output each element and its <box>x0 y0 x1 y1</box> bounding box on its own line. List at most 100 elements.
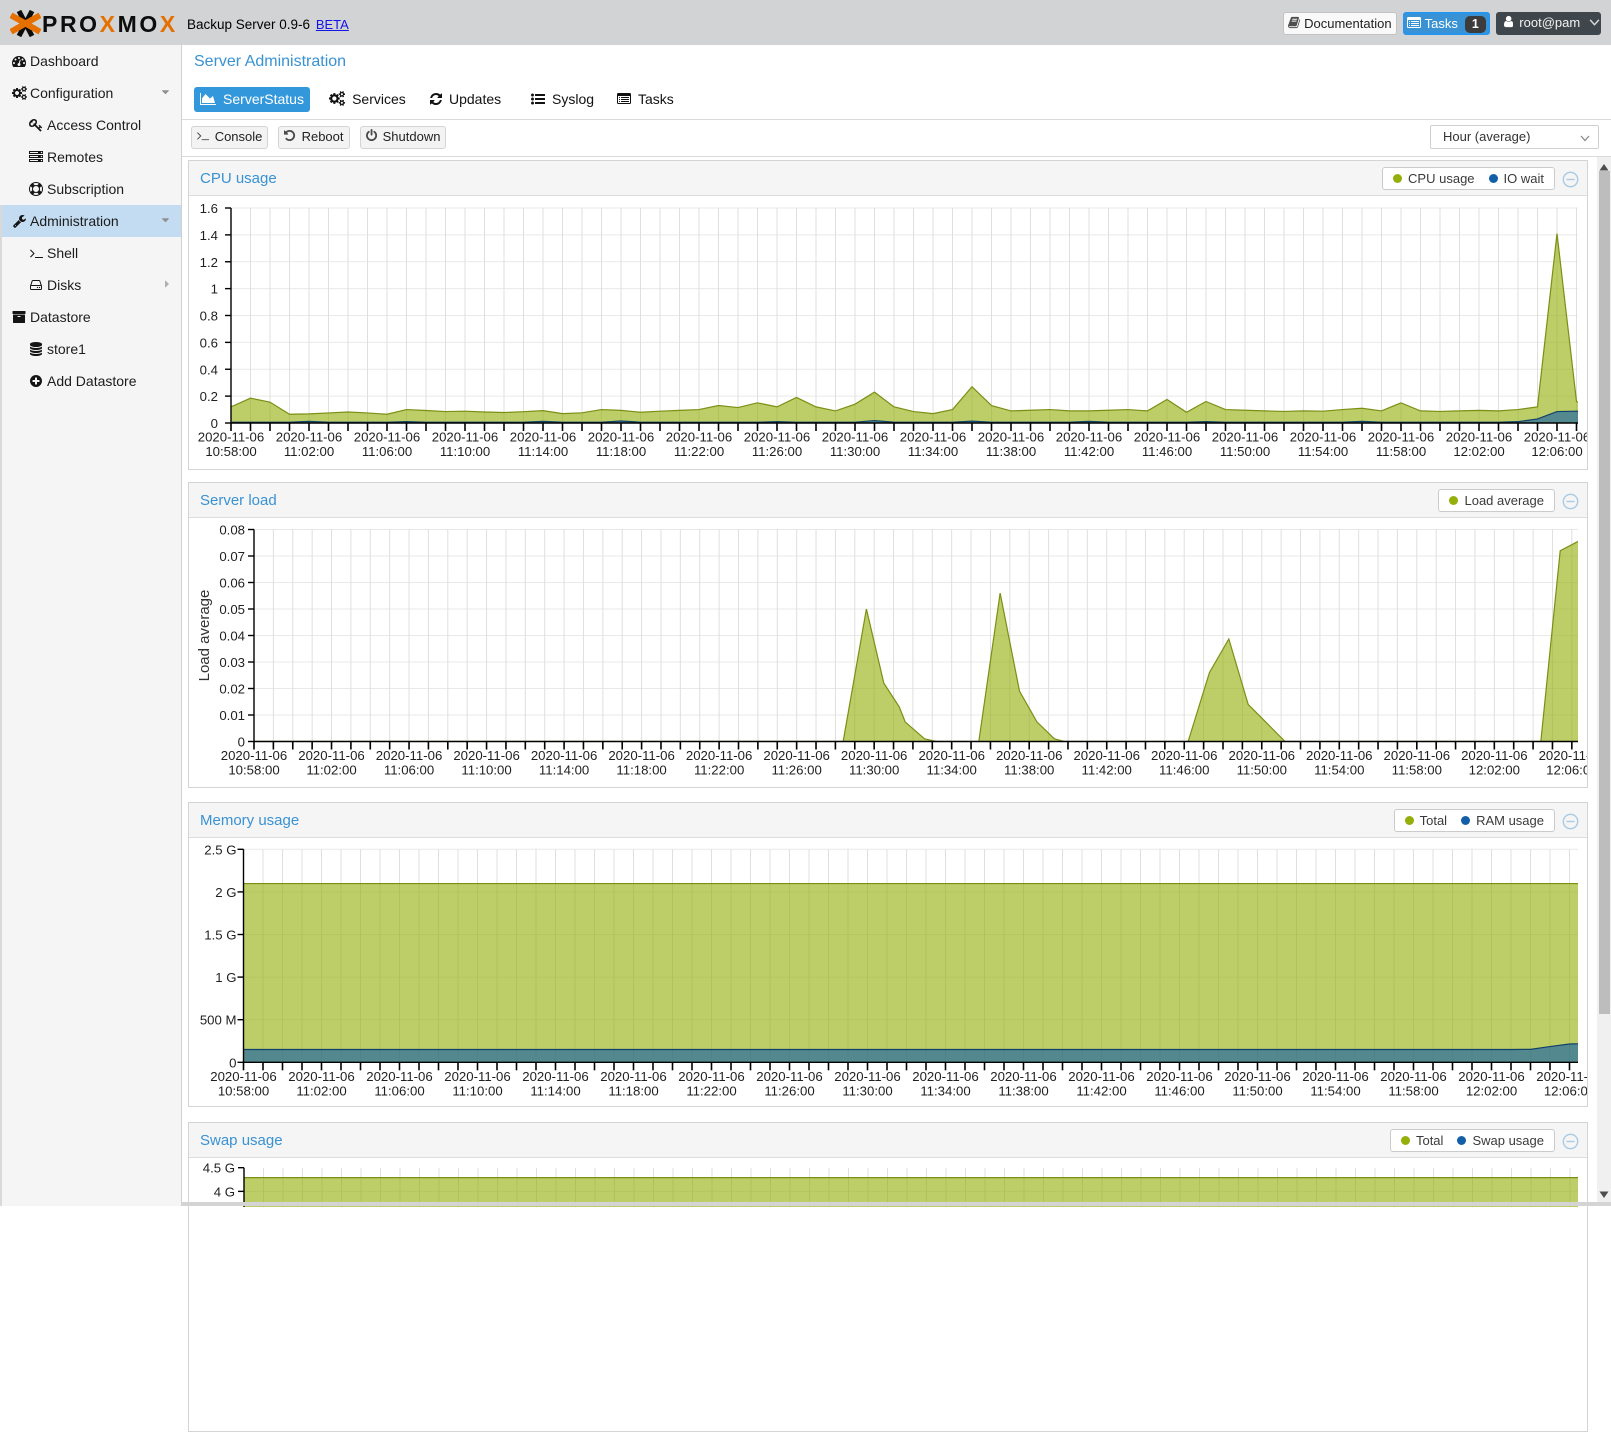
svg-text:2020-11-06: 2020-11-06 <box>1380 1069 1446 1084</box>
svg-text:2020-11-06: 2020-11-06 <box>288 1069 354 1084</box>
svg-text:11:38:00: 11:38:00 <box>986 444 1036 459</box>
svg-text:11:30:00: 11:30:00 <box>830 444 880 459</box>
svg-text:1.4: 1.4 <box>200 228 218 243</box>
svg-text:11:34:00: 11:34:00 <box>908 444 958 459</box>
svg-text:2.5 G: 2.5 G <box>204 842 236 857</box>
svg-text:2020-11-06: 2020-11-06 <box>1151 748 1217 763</box>
svg-text:11:10:00: 11:10:00 <box>461 763 511 778</box>
svg-text:0.4: 0.4 <box>200 362 218 377</box>
svg-text:2020-11-06: 2020-11-06 <box>1461 748 1527 763</box>
svg-text:2020-11-06: 2020-11-06 <box>996 748 1062 763</box>
svg-text:2020-11-06: 2020-11-06 <box>453 748 519 763</box>
svg-text:2020-11-06: 2020-11-06 <box>298 748 364 763</box>
svg-text:11:30:00: 11:30:00 <box>849 763 899 778</box>
svg-text:2020-11-06: 2020-11-06 <box>918 748 984 763</box>
svg-text:11:18:00: 11:18:00 <box>596 444 646 459</box>
svg-text:2020-11-06: 2020-11-06 <box>1068 1069 1134 1084</box>
svg-text:2020-11-06: 2020-11-06 <box>841 748 907 763</box>
svg-text:11:50:00: 11:50:00 <box>1232 1083 1282 1098</box>
svg-text:11:30:00: 11:30:00 <box>842 1083 892 1098</box>
svg-text:2020-11-06: 2020-11-06 <box>376 748 442 763</box>
svg-text:11:10:00: 11:10:00 <box>440 444 490 459</box>
svg-text:1.5 G: 1.5 G <box>204 928 236 943</box>
svg-text:11:18:00: 11:18:00 <box>608 1083 658 1098</box>
svg-text:11:14:00: 11:14:00 <box>539 763 589 778</box>
svg-text:2020-11-06: 2020-11-06 <box>588 430 654 445</box>
svg-text:12:02:00: 12:02:00 <box>1466 1083 1517 1098</box>
svg-text:11:14:00: 11:14:00 <box>518 444 568 459</box>
svg-text:11:46:00: 11:46:00 <box>1142 444 1192 459</box>
svg-text:0.03: 0.03 <box>219 655 245 670</box>
svg-text:12:06:00: 12:06:00 <box>1531 444 1582 459</box>
svg-text:2020-11-06: 2020-11-06 <box>276 430 342 445</box>
svg-text:2020-11-06: 2020-11-06 <box>1146 1069 1212 1084</box>
svg-text:11:34:00: 11:34:00 <box>927 763 977 778</box>
svg-text:2 G: 2 G <box>215 885 236 900</box>
svg-text:2020-11-06: 2020-11-06 <box>354 430 420 445</box>
svg-text:2020-11-06: 2020-11-06 <box>522 1069 588 1084</box>
svg-text:0.08: 0.08 <box>219 523 245 538</box>
svg-text:11:06:00: 11:06:00 <box>362 444 412 459</box>
svg-text:0.2: 0.2 <box>200 389 218 404</box>
svg-text:2020-11-06: 2020-11-06 <box>834 1069 900 1084</box>
svg-text:0.01: 0.01 <box>219 708 245 723</box>
svg-text:11:54:00: 11:54:00 <box>1310 1083 1360 1098</box>
svg-text:11:02:00: 11:02:00 <box>296 1083 346 1098</box>
svg-text:2020-11-06: 2020-11-06 <box>1134 430 1200 445</box>
svg-text:11:42:00: 11:42:00 <box>1064 444 1114 459</box>
svg-text:11:18:00: 11:18:00 <box>616 763 666 778</box>
svg-text:11:58:00: 11:58:00 <box>1392 763 1442 778</box>
svg-text:0.6: 0.6 <box>200 335 218 350</box>
svg-text:2020-11-06: 2020-11-06 <box>1536 1069 1587 1084</box>
svg-text:11:50:00: 11:50:00 <box>1220 444 1270 459</box>
svg-text:0.02: 0.02 <box>219 682 245 697</box>
svg-text:2020-11-06: 2020-11-06 <box>822 430 888 445</box>
svg-text:11:14:00: 11:14:00 <box>530 1083 580 1098</box>
svg-text:11:58:00: 11:58:00 <box>1376 444 1426 459</box>
svg-text:2020-11-06: 2020-11-06 <box>444 1069 510 1084</box>
svg-text:11:10:00: 11:10:00 <box>452 1083 502 1098</box>
svg-text:11:02:00: 11:02:00 <box>284 444 334 459</box>
svg-text:0.04: 0.04 <box>219 629 245 644</box>
svg-text:11:22:00: 11:22:00 <box>674 444 724 459</box>
svg-text:4 G: 4 G <box>214 1184 235 1199</box>
svg-text:2020-11-06: 2020-11-06 <box>978 430 1044 445</box>
svg-text:11:46:00: 11:46:00 <box>1154 1083 1204 1098</box>
svg-text:Load average: Load average <box>196 590 213 682</box>
svg-text:11:22:00: 11:22:00 <box>694 763 744 778</box>
svg-text:2020-11-06: 2020-11-06 <box>1229 748 1295 763</box>
svg-text:12:06:00: 12:06:00 <box>1546 763 1587 778</box>
svg-text:2020-11-06: 2020-11-06 <box>666 430 732 445</box>
svg-text:2020-11-06: 2020-11-06 <box>990 1069 1056 1084</box>
svg-text:2020-11-06: 2020-11-06 <box>510 430 576 445</box>
svg-text:2020-11-06: 2020-11-06 <box>1458 1069 1524 1084</box>
svg-text:2020-11-06: 2020-11-06 <box>1212 430 1278 445</box>
svg-text:1 G: 1 G <box>215 970 236 985</box>
svg-text:2020-11-06: 2020-11-06 <box>198 430 264 445</box>
svg-text:11:54:00: 11:54:00 <box>1298 444 1348 459</box>
svg-text:2020-11-06: 2020-11-06 <box>900 430 966 445</box>
svg-text:1.6: 1.6 <box>200 201 218 216</box>
svg-text:11:26:00: 11:26:00 <box>764 1083 814 1098</box>
svg-text:12:02:00: 12:02:00 <box>1453 444 1504 459</box>
svg-text:2020-11-06: 2020-11-06 <box>221 748 287 763</box>
svg-text:2020-11-06: 2020-11-06 <box>678 1069 744 1084</box>
svg-text:2020-11-06: 2020-11-06 <box>756 1069 822 1084</box>
svg-text:2020-11-06: 2020-11-06 <box>210 1069 276 1084</box>
svg-text:11:42:00: 11:42:00 <box>1082 763 1132 778</box>
svg-text:2020-11-06: 2020-11-06 <box>1224 1069 1290 1084</box>
svg-text:11:06:00: 11:06:00 <box>384 763 434 778</box>
svg-text:2020-11-06: 2020-11-06 <box>744 430 810 445</box>
svg-text:2020-11-06: 2020-11-06 <box>1073 748 1139 763</box>
svg-text:2020-11-06: 2020-11-06 <box>1446 430 1512 445</box>
svg-text:11:50:00: 11:50:00 <box>1237 763 1287 778</box>
svg-text:2020-11-06: 2020-11-06 <box>1302 1069 1368 1084</box>
svg-text:11:58:00: 11:58:00 <box>1388 1083 1438 1098</box>
svg-text:11:46:00: 11:46:00 <box>1159 763 1209 778</box>
svg-text:2020-11-06: 2020-11-06 <box>1056 430 1122 445</box>
svg-text:10:58:00: 10:58:00 <box>218 1083 269 1098</box>
svg-text:2020-11-06: 2020-11-06 <box>1368 430 1434 445</box>
svg-text:11:06:00: 11:06:00 <box>374 1083 424 1098</box>
svg-text:2020-11-06: 2020-11-06 <box>531 748 597 763</box>
svg-text:2020-11-06: 2020-11-06 <box>600 1069 666 1084</box>
